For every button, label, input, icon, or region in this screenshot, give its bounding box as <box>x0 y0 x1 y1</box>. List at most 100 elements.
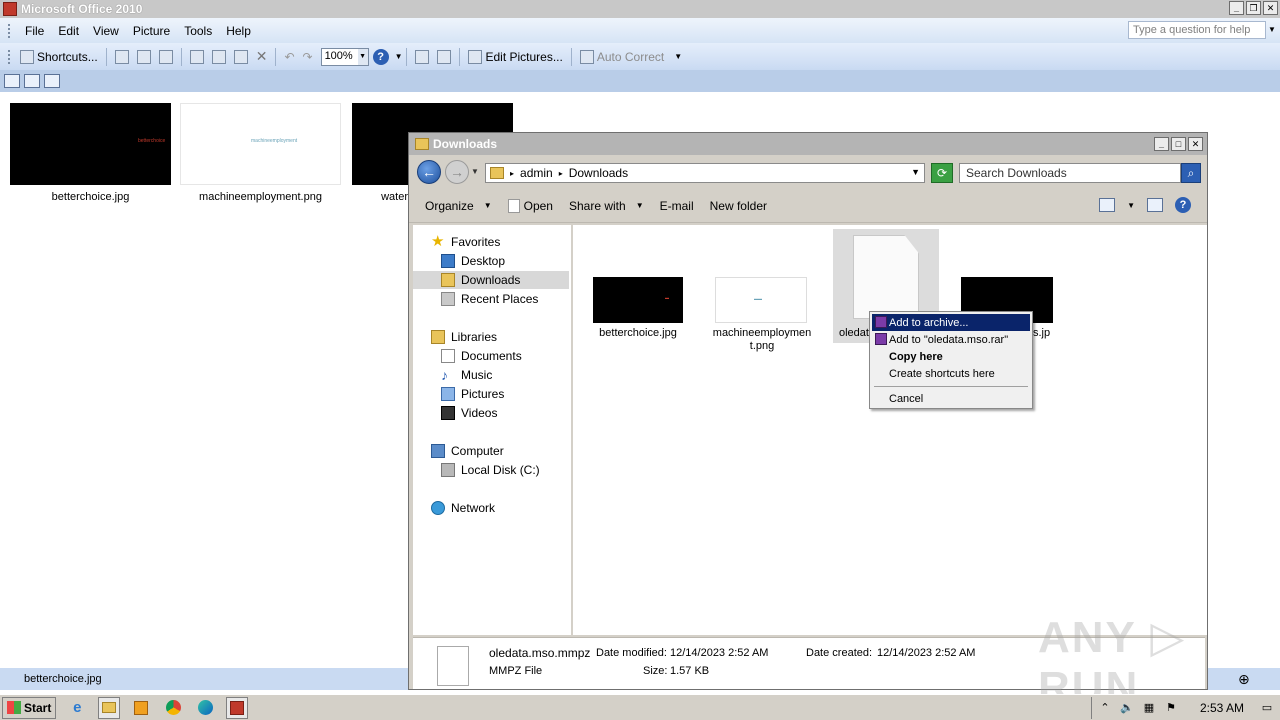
clock[interactable]: 2:53 AM <box>1200 701 1244 715</box>
nav-recent-places[interactable]: Recent Places <box>441 290 538 308</box>
menu-edit[interactable]: Edit <box>51 24 86 38</box>
nav-libraries[interactable]: Libraries <box>431 328 497 346</box>
chevron-right-icon[interactable]: ▸ <box>510 169 514 178</box>
taskbar-explorer-icon[interactable] <box>98 696 121 719</box>
cut-button[interactable] <box>186 47 208 67</box>
minimize-button[interactable]: _ <box>1154 137 1169 151</box>
file-name[interactable]: s.jp <box>1033 327 1063 340</box>
toolbar-separator <box>275 47 277 66</box>
refresh-button[interactable]: ⟳ <box>931 163 953 183</box>
copy-button[interactable] <box>208 47 230 67</box>
menu-file[interactable]: File <box>18 24 51 38</box>
nav-music[interactable]: ♪ Music <box>441 366 492 384</box>
nav-favorites[interactable]: ★ Favorites <box>431 233 500 251</box>
nav-label: Recent Places <box>461 292 539 306</box>
breadcrumb-admin[interactable]: admin <box>520 166 553 180</box>
breadcrumb-downloads[interactable]: Downloads <box>569 166 628 180</box>
thumbnail-betterchoice[interactable]: betterchoice <box>10 103 171 185</box>
undo-button[interactable]: ↶ <box>280 47 298 67</box>
email-button[interactable] <box>155 47 177 67</box>
menu-picture[interactable]: Picture <box>126 24 177 38</box>
nav-network[interactable]: Network <box>431 499 495 517</box>
file-name-line: machineemploymen <box>712 327 812 339</box>
print-button[interactable] <box>133 47 155 67</box>
menu-add-to-rar[interactable]: Add to "oledata.mso.rar" <box>872 331 1030 348</box>
taskbar-chrome-icon[interactable] <box>162 697 184 719</box>
menu-add-to-archive[interactable]: Add to archive... <box>872 314 1030 331</box>
taskbar-ie-icon[interactable]: e <box>66 697 88 719</box>
search-input[interactable]: Search Downloads <box>959 163 1181 183</box>
chevron-down-icon[interactable]: ▼ <box>1266 21 1278 39</box>
menu-view[interactable]: View <box>86 24 126 38</box>
nav-videos[interactable]: Videos <box>441 404 497 422</box>
file-name[interactable]: betterchoice.jpg <box>587 327 689 340</box>
help-icon[interactable]: ? <box>1175 197 1191 213</box>
file-name[interactable]: machineemploymen t.png <box>709 327 815 353</box>
menu-copy-here[interactable]: Copy here <box>872 348 1030 365</box>
nav-local-disk[interactable]: Local Disk (C:) <box>441 461 540 479</box>
redo-button[interactable]: ↷ <box>299 47 317 67</box>
toolbar-overflow-icon[interactable]: ▼ <box>674 52 682 61</box>
new-folder-button[interactable]: New folder <box>710 199 767 213</box>
minimize-button[interactable]: _ <box>1229 1 1244 15</box>
toolbar-grip <box>8 49 12 64</box>
file-thumb-machineemployment[interactable]: ▬▬ <box>715 277 807 323</box>
thumbnail-machineemployment[interactable]: machineemployment <box>180 103 341 185</box>
chevron-right-icon[interactable]: ▸ <box>559 169 563 178</box>
nav-desktop[interactable]: Desktop <box>441 252 505 270</box>
rotate-left-button[interactable] <box>411 47 433 67</box>
file-thumb-betterchoice[interactable]: ▬ <box>593 277 683 323</box>
filmstrip-view-icon[interactable] <box>24 74 40 88</box>
organize-button[interactable]: Organize ▼ <box>425 199 492 213</box>
chevron-down-icon[interactable]: ▼ <box>911 167 920 177</box>
menu-help[interactable]: Help <box>219 24 258 38</box>
back-button[interactable]: ← <box>417 160 441 184</box>
nav-documents[interactable]: Documents <box>441 347 522 365</box>
single-view-icon[interactable] <box>44 74 60 88</box>
show-desktop-icon[interactable]: ▭ <box>1260 701 1274 715</box>
volume-icon[interactable]: 🔈 <box>1120 701 1134 715</box>
change-view-icon[interactable] <box>1099 198 1116 212</box>
address-input[interactable]: ▸ admin ▸ Downloads ▼ <box>485 163 925 183</box>
forward-button[interactable]: → <box>445 160 469 184</box>
taskbar-office-picture-icon[interactable] <box>226 696 249 719</box>
auto-correct-button[interactable]: Auto Correct <box>576 47 668 67</box>
taskbar-edge-icon[interactable] <box>194 697 216 719</box>
maximize-button[interactable]: □ <box>1171 137 1186 151</box>
edit-pictures-button[interactable]: Edit Pictures... <box>464 47 566 67</box>
paste-button[interactable] <box>230 47 252 67</box>
start-button[interactable]: Start <box>2 696 57 719</box>
help-icon[interactable]: ? <box>372 48 389 65</box>
network-tray-icon[interactable]: ▦ <box>1142 701 1156 715</box>
nav-label: Desktop <box>461 254 506 268</box>
toolbar-overflow-icon[interactable]: ▼ <box>395 52 403 61</box>
show-hidden-icons-icon[interactable]: ⌃ <box>1098 701 1112 715</box>
delete-button[interactable]: ✕ <box>252 47 272 67</box>
menu-cancel[interactable]: Cancel <box>872 390 1030 407</box>
menu-tools[interactable]: Tools <box>177 24 219 38</box>
chevron-down-icon[interactable]: ▼ <box>1127 201 1135 210</box>
rotate-right-button[interactable] <box>433 47 455 67</box>
thumbnail-caption: betterchoice.jpg <box>51 191 130 203</box>
nav-downloads[interactable]: Downloads <box>413 271 569 289</box>
nav-computer[interactable]: Computer <box>431 442 504 460</box>
close-button[interactable]: ✕ <box>1263 1 1278 15</box>
recent-pages-chevron-icon[interactable]: ▼ <box>471 167 479 176</box>
email-button[interactable]: E-mail <box>660 199 694 213</box>
zoom-select[interactable]: 100% ▼ <box>320 47 369 66</box>
save-button[interactable] <box>111 47 133 67</box>
shortcuts-button[interactable]: Shortcuts... <box>16 47 102 67</box>
help-question-input[interactable]: Type a question for help <box>1128 21 1266 39</box>
nav-pictures[interactable]: Pictures <box>441 385 504 403</box>
action-center-flag-icon[interactable]: ⚑ <box>1164 701 1178 715</box>
restore-button[interactable]: ❐ <box>1246 1 1261 15</box>
menu-create-shortcuts[interactable]: Create shortcuts here <box>872 365 1030 382</box>
close-button[interactable]: ✕ <box>1188 137 1203 151</box>
search-icon[interactable]: ⌕ <box>1181 163 1201 183</box>
share-with-button[interactable]: Share with ▼ <box>569 199 644 213</box>
date-created-value: 12/14/2023 2:52 AM <box>877 647 976 659</box>
thumbnail-view-icon[interactable] <box>4 74 20 88</box>
taskbar-media-player-icon[interactable] <box>130 697 152 719</box>
preview-pane-icon[interactable] <box>1147 198 1163 212</box>
open-button[interactable]: Open <box>507 198 553 213</box>
